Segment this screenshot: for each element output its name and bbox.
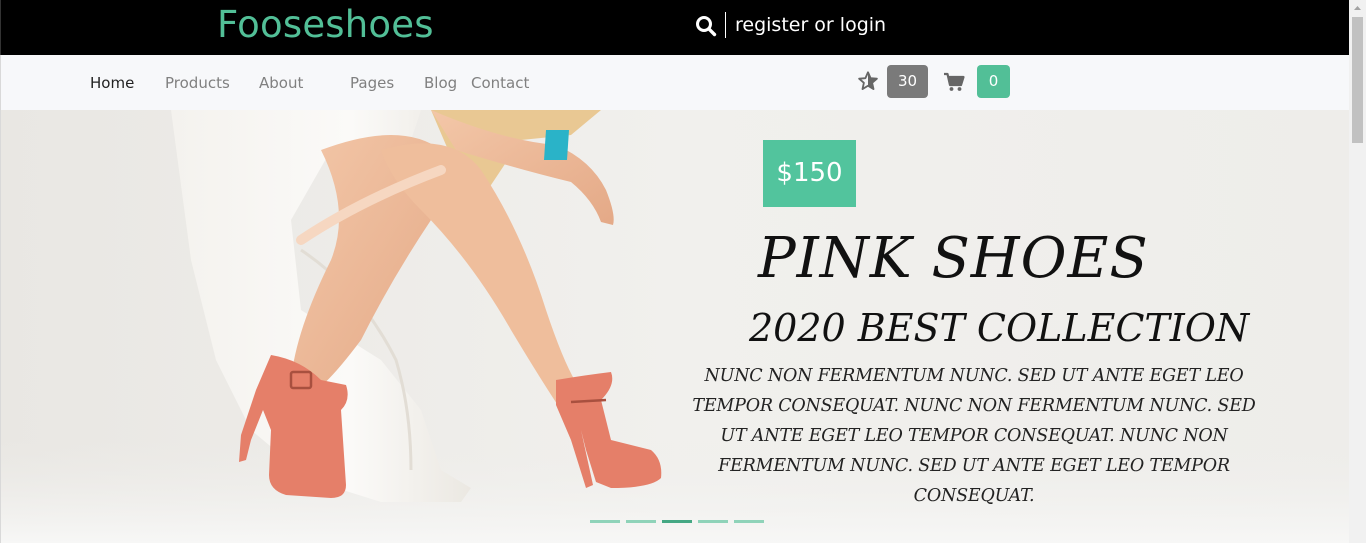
register-login-link[interactable]: register or login [735, 13, 886, 37]
site-logo[interactable]: Fooseshoes [217, 3, 434, 47]
main-nav-bar: Home Products About Pages Blog Contact 3… [0, 55, 1349, 110]
page-scrollbar[interactable] [1349, 0, 1366, 543]
cart-count-badge[interactable]: 0 [977, 65, 1010, 98]
slider-dot[interactable] [590, 520, 620, 523]
nav-item-home[interactable]: Home [90, 73, 134, 93]
price-tag: $150 [763, 140, 856, 207]
search-icon[interactable] [695, 15, 717, 37]
nav-item-blog[interactable]: Blog [424, 73, 457, 93]
slider-dot[interactable] [734, 520, 764, 523]
nav-item-about[interactable]: About [259, 73, 303, 93]
hero-banner: $150 PINK SHOES 2020 BEST COLLECTION NUN… [0, 110, 1349, 543]
hero-description: NUNC NON FERMENTUM NUNC. SED UT ANTE EGE… [692, 366, 1256, 506]
hero-title: PINK SHOES [758, 226, 1149, 291]
hero-subtitle: 2020 BEST COLLECTION [749, 306, 1250, 350]
nav-item-pages[interactable]: Pages [350, 73, 394, 93]
slider-indicators [590, 520, 770, 523]
top-header-bar: Fooseshoes register or login [0, 0, 1349, 55]
scroll-up-arrow-icon[interactable] [1349, 0, 1366, 17]
cart-icon[interactable] [943, 72, 965, 92]
header-divider [725, 12, 726, 38]
nav-item-products[interactable]: Products [165, 73, 230, 93]
star-icon[interactable] [857, 70, 879, 92]
nav-item-contact[interactable]: Contact [471, 73, 529, 93]
wishlist-count-badge[interactable]: 30 [887, 65, 928, 98]
slider-dot-active[interactable] [662, 520, 692, 523]
slider-dot[interactable] [626, 520, 656, 523]
slider-dot[interactable] [698, 520, 728, 523]
scroll-thumb[interactable] [1352, 17, 1363, 143]
